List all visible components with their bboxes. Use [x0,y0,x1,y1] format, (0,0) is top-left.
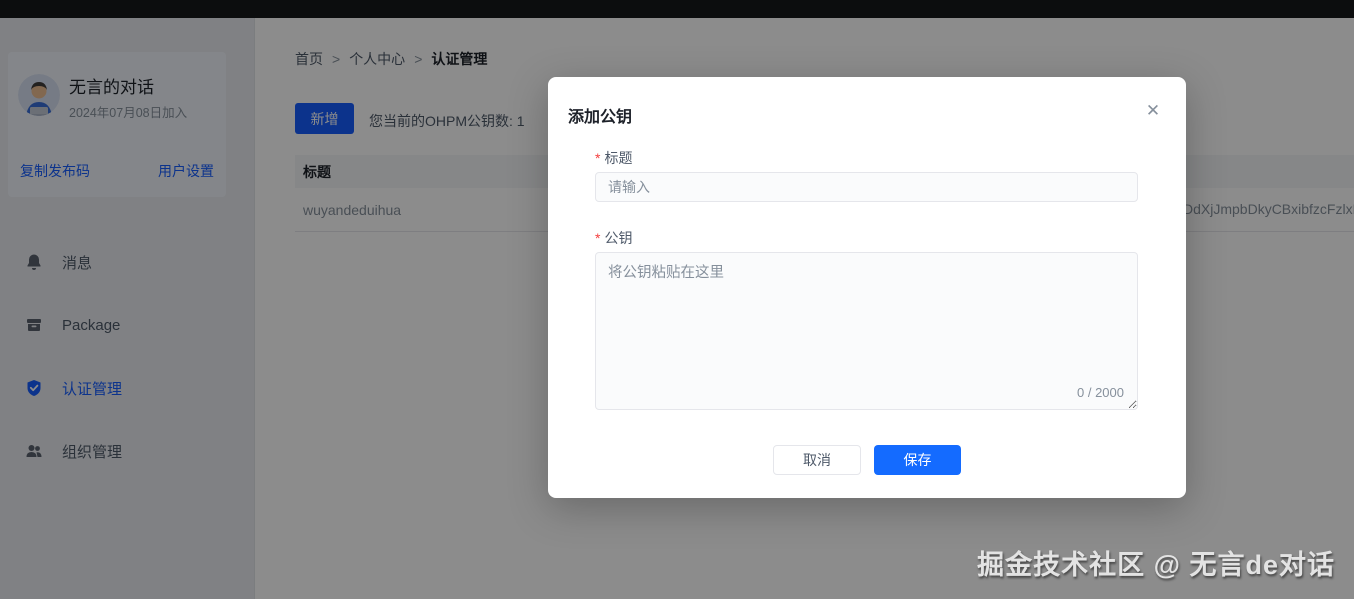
save-button[interactable]: 保存 [874,445,961,475]
public-key-textarea[interactable] [595,252,1138,410]
title-input[interactable] [595,172,1138,202]
cancel-button[interactable]: 取消 [773,445,861,475]
add-public-key-modal: 添加公钥 ✕ *标题 *公钥 0 / 2000 取消 保存 [548,77,1186,498]
close-icon[interactable]: ✕ [1142,100,1164,122]
modal-title: 添加公钥 [568,109,633,126]
required-asterisk: * [595,150,601,166]
title-field-label-text: 标题 [604,150,633,166]
public-key-field-label: * 公钥 [595,228,632,248]
screen: 无言的对话 2024年07月08日加入 复制发布码 用户设置 消息 Packag… [0,0,1354,599]
watermark: 掘金技术社区 @ 无言de对话 [977,550,1335,580]
public-key-textarea-wrap: 0 / 2000 [595,252,1138,410]
required-asterisk: * [595,230,601,246]
title-field-label: * 标题 [595,148,632,168]
modal-footer: 取消 保存 [548,445,1186,475]
public-key-field-label-text: 公钥 [604,230,633,246]
